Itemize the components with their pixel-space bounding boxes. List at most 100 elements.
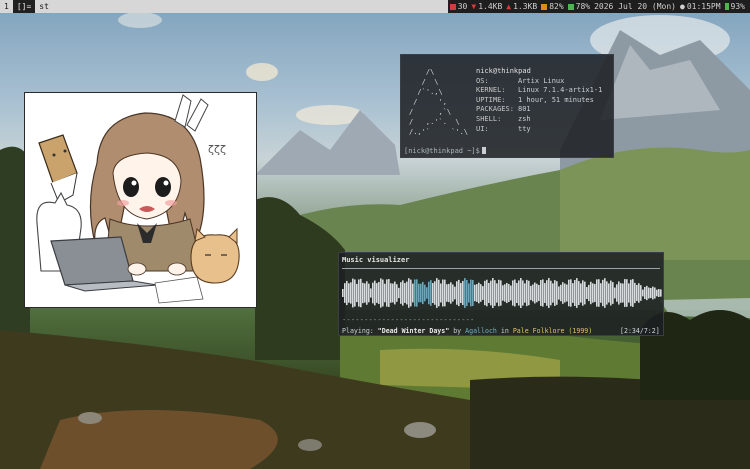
progress-dashes: ------------------------------ bbox=[342, 316, 475, 324]
artix-logo: /\ / \ /`'.,\ / ', / ,`\ / ,.'`. \ /.,'`… bbox=[409, 67, 468, 137]
waveform-bar bbox=[448, 283, 450, 303]
waveform-bar bbox=[434, 281, 436, 305]
waveform-bar bbox=[360, 278, 362, 308]
waveform-bar bbox=[606, 281, 608, 305]
waveform-bar bbox=[366, 281, 368, 305]
waveform-bar bbox=[370, 288, 372, 298]
waveform-bar bbox=[640, 285, 642, 301]
waveform-bar bbox=[610, 280, 612, 306]
waveform-bar bbox=[636, 284, 638, 302]
waveform-bar bbox=[384, 283, 386, 303]
waveform-bar bbox=[564, 283, 566, 303]
waveform-bar bbox=[488, 282, 490, 304]
user-host: nick@thinkpad bbox=[476, 67, 531, 75]
info-value: Linux 7.1.4-artix1-1 bbox=[518, 86, 603, 95]
waveform-bar bbox=[466, 279, 468, 307]
waveform-bar bbox=[562, 282, 564, 304]
waveform-bar bbox=[482, 286, 484, 300]
logo-line: / ', bbox=[409, 98, 447, 106]
logo-line: / ,`\ bbox=[409, 108, 452, 116]
volume-module[interactable]: 78% bbox=[566, 0, 592, 13]
info-key: SHELL: bbox=[476, 114, 502, 123]
waveform-bar bbox=[438, 279, 440, 307]
waveform-bar bbox=[532, 284, 534, 302]
waveform-bar bbox=[616, 284, 618, 302]
waveform-bar bbox=[458, 279, 460, 307]
workspace-tag-1[interactable]: 1 bbox=[0, 0, 13, 13]
waveform-bar bbox=[376, 283, 378, 303]
waveform-bar bbox=[634, 282, 636, 304]
track-time: [2:34/7:2] bbox=[620, 327, 660, 335]
waveform-bar bbox=[378, 281, 380, 305]
svg-text:ζζζ: ζζζ bbox=[208, 143, 226, 156]
title-divider bbox=[342, 268, 660, 269]
waveform-bar bbox=[426, 287, 428, 299]
status-bar: 1 []= st 30 ▼ 1.4KB ▲ 1.3KB 82% 78% 2026 J… bbox=[0, 0, 750, 13]
info-row-uptime: UPTIME: 1 hour, 51 minutes bbox=[476, 96, 602, 106]
waveform-bar bbox=[582, 280, 584, 306]
waveform-bar bbox=[476, 284, 478, 302]
waveform-bar bbox=[626, 279, 628, 307]
artist-name: Agalloch bbox=[465, 327, 497, 335]
info-row-os: OS: Artix Linux bbox=[476, 77, 602, 87]
waveform-bar bbox=[430, 280, 432, 306]
waveform-bar bbox=[652, 286, 654, 300]
waveform-bar bbox=[416, 279, 418, 307]
waveform-bar bbox=[514, 279, 516, 307]
waveform-bar bbox=[580, 283, 582, 303]
waveform-bar bbox=[408, 278, 410, 308]
anime-girl-laptop-illustration: ζζζ bbox=[36, 94, 240, 304]
waveform-bar bbox=[474, 284, 476, 302]
waveform-bar bbox=[590, 281, 592, 305]
waveform-bar bbox=[578, 281, 580, 305]
waveform-bar bbox=[518, 280, 520, 306]
waveform-bar bbox=[632, 279, 634, 307]
waveform-bar bbox=[650, 288, 652, 298]
waveform-bar bbox=[506, 282, 508, 304]
waveform-bar bbox=[500, 280, 502, 306]
terminal-cursor bbox=[481, 147, 486, 154]
waveform-bar bbox=[566, 284, 568, 302]
cpu-icon bbox=[449, 3, 456, 10]
shell-prompt[interactable]: [nick@thinkpad ~]$ bbox=[404, 147, 486, 155]
waveform-bar bbox=[480, 284, 482, 302]
waveform-bar bbox=[614, 287, 616, 299]
waveform-bar bbox=[380, 278, 382, 308]
window-title: st bbox=[39, 2, 49, 11]
waveform-bar bbox=[374, 280, 376, 306]
waveform-bar bbox=[472, 279, 474, 307]
waveform-bar bbox=[432, 283, 434, 303]
waveform-bar bbox=[454, 286, 456, 300]
waveform-bar bbox=[568, 279, 570, 307]
waveform-bar bbox=[420, 283, 422, 303]
waveform-bar bbox=[468, 283, 470, 303]
waveform-bar bbox=[388, 279, 390, 307]
image-viewer-window[interactable]: ζζζ bbox=[24, 92, 257, 308]
waveform-bar bbox=[418, 283, 420, 303]
waveform-bar bbox=[464, 278, 466, 308]
waveform-bar bbox=[450, 282, 452, 304]
waveform-bar bbox=[608, 283, 610, 303]
music-visualizer-terminal[interactable]: Music visualizer -----------------------… bbox=[338, 252, 664, 336]
waveform-bar bbox=[526, 279, 528, 307]
waveform-bar bbox=[536, 283, 538, 303]
info-key: PACKAGES: bbox=[476, 105, 514, 114]
song-title: "Dead Winter Days" bbox=[377, 327, 450, 335]
prompt-text: [nick@thinkpad ~]$ bbox=[404, 147, 480, 155]
waveform-bar bbox=[352, 278, 354, 308]
waveform-bar bbox=[598, 279, 600, 307]
waveform-bar bbox=[502, 285, 504, 301]
waveform-bar bbox=[494, 280, 496, 306]
waveform-bar bbox=[428, 281, 430, 305]
waveform-bar bbox=[424, 284, 426, 302]
waveform-bar bbox=[496, 283, 498, 303]
info-row-shell: SHELL: zsh bbox=[476, 115, 602, 125]
net-up-module: ▲ 1.3KB bbox=[504, 0, 539, 13]
volume-icon bbox=[567, 3, 574, 10]
waveform-bar bbox=[398, 287, 400, 299]
memory-icon bbox=[541, 3, 548, 10]
neofetch-terminal[interactable]: /\ / \ /`'.,\ / ', / ,`\ / ,.'`. \ /.,'`… bbox=[400, 54, 614, 158]
waveform-bar bbox=[404, 283, 406, 303]
layout-indicator[interactable]: []= bbox=[12, 0, 36, 13]
date-module: 2026 Jul 20 (Mon) bbox=[592, 0, 678, 13]
